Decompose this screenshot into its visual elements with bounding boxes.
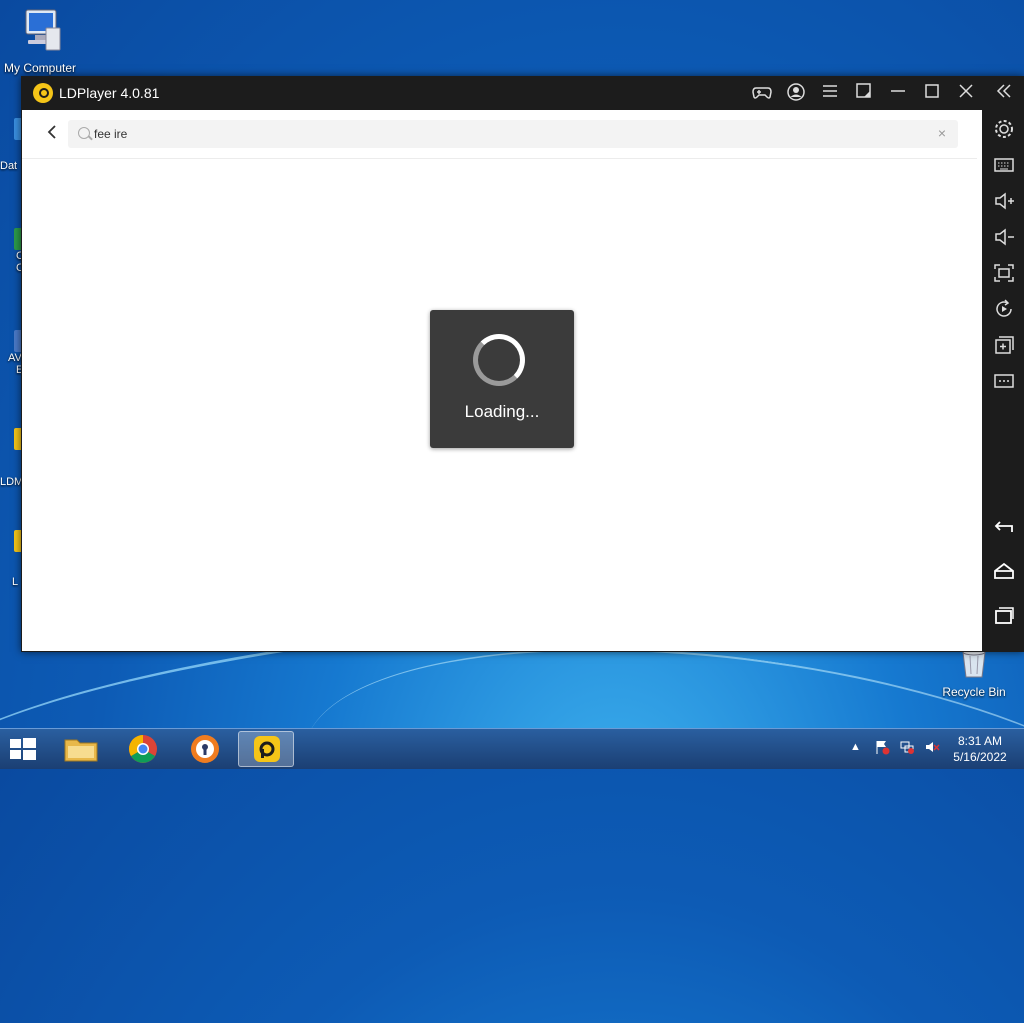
avast-icon bbox=[191, 735, 219, 763]
account-icon[interactable] bbox=[785, 82, 807, 104]
my-computer-desktop-icon[interactable]: My Computer bbox=[0, 8, 80, 75]
android-back-icon[interactable] bbox=[992, 516, 1016, 540]
ldplayer-window: LDPlayer 4.0.81 fee ire × Loading... bbox=[21, 76, 1024, 652]
taskbar: ▲ 8:31 AM 5/16/2022 bbox=[0, 728, 1024, 769]
taskbar-avast[interactable] bbox=[177, 731, 233, 767]
taskbar-chrome[interactable] bbox=[115, 731, 171, 767]
taskbar-ldplayer[interactable] bbox=[238, 731, 294, 767]
loading-dialog: Loading... bbox=[430, 310, 574, 448]
rotate-icon[interactable] bbox=[992, 298, 1016, 322]
add-instance-icon[interactable] bbox=[992, 334, 1016, 358]
partial-desktop-icon-4[interactable]: LDM bbox=[0, 428, 22, 488]
volume-down-icon[interactable] bbox=[992, 226, 1016, 250]
search-input[interactable] bbox=[94, 125, 914, 143]
maximize-icon[interactable] bbox=[921, 82, 943, 104]
chrome-icon bbox=[129, 735, 157, 763]
window-title: LDPlayer 4.0.81 bbox=[59, 85, 160, 101]
folder-icon bbox=[64, 739, 98, 762]
fullscreen-icon[interactable] bbox=[992, 262, 1016, 286]
clock[interactable]: 8:31 AM 5/16/2022 bbox=[940, 733, 1020, 765]
more-options-icon[interactable] bbox=[992, 370, 1016, 394]
clock-time: 8:31 AM bbox=[957, 734, 1003, 748]
window-resize-icon[interactable] bbox=[853, 82, 875, 104]
ldplayer-logo-icon bbox=[33, 83, 53, 103]
volume-muted-icon[interactable] bbox=[924, 739, 940, 755]
partial-label: Dat bbox=[0, 160, 18, 172]
volume-up-icon[interactable] bbox=[992, 190, 1016, 214]
recycle-bin-label: Recycle Bin bbox=[942, 685, 1006, 699]
close-icon[interactable] bbox=[955, 82, 977, 104]
partial-desktop-icon-1[interactable]: Dat bbox=[0, 118, 22, 172]
loading-text: Loading... bbox=[464, 402, 540, 421]
computer-icon bbox=[25, 9, 61, 51]
partial-label: AV bbox=[8, 352, 22, 364]
menu-icon[interactable] bbox=[819, 82, 841, 104]
partial-desktop-icon-2[interactable]: C C bbox=[0, 228, 22, 274]
recycle-bin-desktop-icon[interactable]: Recycle Bin bbox=[934, 648, 1014, 699]
android-recents-icon[interactable] bbox=[992, 604, 1016, 628]
show-hidden-icons-icon[interactable]: ▲ bbox=[850, 741, 861, 753]
search-icon bbox=[78, 127, 90, 139]
gamepad-icon[interactable] bbox=[751, 82, 773, 104]
partial-desktop-icon-5[interactable]: L bbox=[0, 530, 22, 588]
partial-desktop-icon-3[interactable]: AV E bbox=[0, 330, 22, 376]
keyboard-icon[interactable] bbox=[992, 154, 1016, 178]
clear-search-icon[interactable]: × bbox=[938, 125, 946, 141]
search-bar[interactable]: × bbox=[68, 120, 958, 148]
collapse-sidebar-icon[interactable] bbox=[993, 82, 1015, 104]
android-home-icon[interactable] bbox=[992, 560, 1016, 584]
recycle-bin-icon bbox=[962, 648, 986, 678]
right-toolbar bbox=[984, 110, 1024, 652]
windows-start-icon[interactable] bbox=[8, 735, 38, 763]
divider bbox=[22, 158, 977, 159]
settings-gear-icon[interactable] bbox=[992, 118, 1016, 142]
partial-label: LDM bbox=[0, 476, 22, 488]
my-computer-label: My Computer bbox=[3, 61, 77, 75]
network-icon[interactable] bbox=[899, 739, 915, 755]
ldplayer-icon bbox=[254, 736, 280, 762]
window-titlebar[interactable]: LDPlayer 4.0.81 bbox=[21, 76, 1024, 110]
taskbar-file-explorer[interactable] bbox=[53, 731, 109, 767]
action-center-flag-icon[interactable] bbox=[874, 739, 890, 755]
clock-date: 5/16/2022 bbox=[953, 750, 1007, 764]
system-tray: ▲ bbox=[850, 739, 940, 755]
loading-spinner-icon bbox=[473, 334, 525, 386]
back-arrow-icon[interactable] bbox=[44, 124, 60, 140]
minimize-icon[interactable] bbox=[887, 82, 909, 104]
emulator-screen[interactable]: × Loading... bbox=[22, 110, 982, 651]
